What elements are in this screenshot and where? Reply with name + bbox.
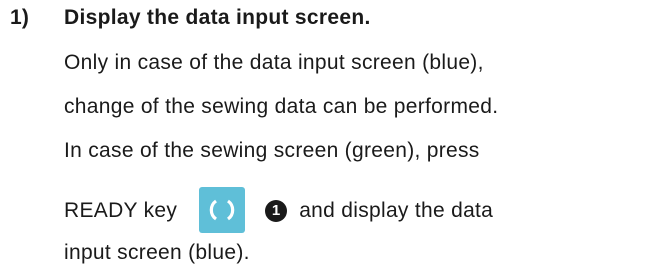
callout-number-1: 1	[265, 200, 288, 222]
ready-key-label: READY key	[64, 199, 178, 222]
ready-key-icon	[199, 187, 246, 233]
step-number: 1)	[10, 6, 30, 29]
ready-key-symbol	[209, 199, 235, 221]
body-line-2: change of the sewing data can be perform…	[64, 95, 499, 118]
body-line-3: In case of the sewing screen (green), pr…	[64, 139, 480, 162]
step-heading: Display the data input screen.	[64, 6, 371, 29]
body-line-last: input screen (blue).	[64, 241, 250, 264]
ready-key-line-rest: and display the data	[299, 199, 494, 222]
instruction-step: 1) Display the data input screen. Only i…	[0, 0, 646, 278]
ready-key-line: READY key 1 and display the data	[64, 187, 494, 234]
body-line-1: Only in case of the data input screen (b…	[64, 51, 484, 74]
